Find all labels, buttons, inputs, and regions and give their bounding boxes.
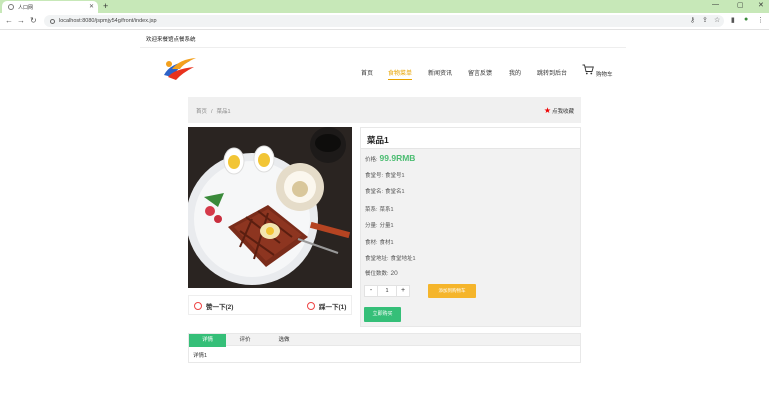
breadcrumb-bar: 首页 / 菜品1 ★ 点我收藏 bbox=[188, 97, 581, 123]
info-value: 食材1 bbox=[379, 240, 394, 246]
nav-feedback[interactable]: 留言反馈 bbox=[468, 68, 492, 77]
price-label: 价格: bbox=[365, 157, 378, 163]
info-label: 菜系: bbox=[365, 207, 378, 213]
price-value: 99.9RMB bbox=[379, 153, 416, 163]
vote-row: 赞一下(2) 踩一下(1) bbox=[188, 295, 352, 315]
key-icon[interactable]: ⚷ bbox=[690, 16, 695, 24]
close-tab-icon[interactable]: ✕ bbox=[89, 3, 94, 10]
stock-value: 20 bbox=[390, 270, 398, 277]
detail-text: 详情1 bbox=[193, 353, 208, 359]
dislike-label: 踩一下(1) bbox=[319, 304, 347, 311]
favorite-label: 点我收藏 bbox=[551, 108, 574, 115]
share-icon[interactable]: ⇪ bbox=[702, 16, 708, 24]
url-input[interactable]: localhost:8080/jspmjy54g/front/index.jsp bbox=[44, 15, 724, 27]
price-row: 价格: 99.9RMB bbox=[365, 153, 415, 163]
welcome-text: 欢迎来餐馆点餐系统 bbox=[146, 37, 196, 43]
product-title: 菜品1 bbox=[367, 135, 389, 145]
reload-icon[interactable]: ↻ bbox=[30, 16, 37, 25]
info-value: 分量1 bbox=[379, 223, 394, 229]
nav-admin[interactable]: 跳转到后台 bbox=[537, 68, 567, 77]
info-label: 食堂名: bbox=[365, 189, 384, 195]
dislike-button[interactable]: 踩一下(1) bbox=[307, 301, 346, 311]
product-image bbox=[188, 127, 352, 288]
breadcrumb-separator: / bbox=[211, 109, 213, 115]
info-value: 菜系1 bbox=[379, 207, 394, 213]
breadcrumb-home[interactable]: 首页 bbox=[196, 109, 207, 115]
info-row: 分量: 分量1 bbox=[365, 221, 394, 229]
decrease-button[interactable]: - bbox=[364, 285, 378, 297]
globe-icon bbox=[8, 4, 14, 10]
nav-home[interactable]: 首页 bbox=[361, 68, 373, 77]
browser-tab[interactable]: 人口网 ✕ bbox=[2, 1, 98, 13]
new-tab-button[interactable]: + bbox=[103, 1, 108, 11]
info-value: 食堂地址1 bbox=[390, 256, 416, 262]
address-bar-row: ← → ↻ localhost:8080/jspmjy54g/front/ind… bbox=[0, 13, 769, 30]
back-icon[interactable]: ← bbox=[5, 16, 13, 25]
frown-icon bbox=[307, 302, 315, 310]
favorite-button[interactable]: ★ 点我收藏 bbox=[544, 106, 574, 115]
smile-icon bbox=[194, 302, 202, 310]
info-value: 食堂号1 bbox=[385, 173, 405, 179]
minimize-button[interactable]: — bbox=[712, 1, 719, 8]
info-label: 食堂地址: bbox=[365, 256, 389, 262]
info-row: 食材: 食材1 bbox=[365, 238, 394, 246]
forward-icon[interactable]: → bbox=[17, 16, 25, 25]
like-button[interactable]: 赞一下(2) bbox=[194, 301, 233, 311]
quantity-input[interactable]: 1 bbox=[378, 285, 396, 297]
quantity-stepper: - 1 + bbox=[364, 285, 410, 297]
tab-content: 详情1 bbox=[188, 346, 581, 363]
info-label: 食堂号: bbox=[365, 173, 384, 179]
divider bbox=[140, 47, 626, 48]
menu-icon[interactable]: ⋮ bbox=[757, 16, 764, 24]
info-row: 食堂名: 食堂名1 bbox=[365, 187, 405, 195]
browser-tab-bar: 人口网 ✕ + — ▢ ✕ bbox=[0, 0, 769, 13]
maximize-button[interactable]: ▢ bbox=[737, 1, 744, 9]
info-value: 食堂名1 bbox=[385, 189, 405, 195]
info-row: 菜系: 菜系1 bbox=[365, 205, 394, 213]
url-text: localhost:8080/jspmjy54g/front/index.jsp bbox=[59, 18, 157, 24]
info-row: 食堂地址: 食堂地址1 bbox=[365, 254, 416, 262]
cart-link[interactable]: 购物车 bbox=[596, 70, 613, 78]
add-to-cart-button[interactable]: 添加到购物车 bbox=[428, 284, 476, 298]
star-icon: ★ bbox=[543, 106, 551, 115]
stock-label: 餐位数数: bbox=[365, 271, 389, 277]
site-info-icon[interactable] bbox=[50, 18, 55, 24]
breadcrumb-current: 菜品1 bbox=[216, 109, 231, 115]
nav-mine[interactable]: 我的 bbox=[509, 68, 521, 77]
breadcrumb: 首页 / 菜品1 bbox=[196, 107, 231, 115]
site-logo[interactable] bbox=[160, 55, 198, 83]
nav-news[interactable]: 新闻资讯 bbox=[428, 68, 452, 77]
profile-icon[interactable]: ● bbox=[744, 16, 748, 23]
info-label: 食材: bbox=[365, 240, 378, 246]
increase-button[interactable]: + bbox=[396, 285, 410, 297]
detail-tabs: 详情 评价 选做 bbox=[188, 333, 581, 347]
tab-title: 人口网 bbox=[18, 4, 34, 11]
like-label: 赞一下(2) bbox=[206, 304, 234, 311]
nav-food-menu[interactable]: 食物菜单 bbox=[388, 68, 413, 80]
cart-icon[interactable] bbox=[582, 64, 594, 75]
buy-now-button[interactable]: 立即购买 bbox=[364, 307, 401, 322]
sidebar-icon[interactable]: ▮ bbox=[731, 16, 735, 24]
info-row: 食堂号: 食堂号1 bbox=[365, 171, 405, 179]
product-title-bar: 菜品1 bbox=[361, 128, 580, 149]
bookmark-star-icon[interactable]: ☆ bbox=[714, 16, 720, 24]
info-label: 分量: bbox=[365, 223, 378, 229]
close-window-button[interactable]: ✕ bbox=[758, 1, 764, 9]
stock-row: 餐位数数: 20 bbox=[365, 269, 398, 277]
